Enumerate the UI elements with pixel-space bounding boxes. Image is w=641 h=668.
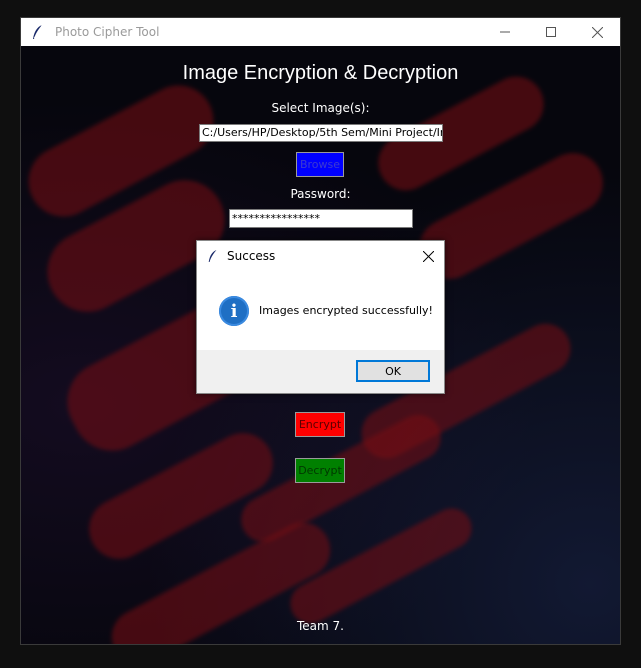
decrypt-button[interactable]: Decrypt bbox=[295, 458, 345, 483]
ok-button[interactable]: OK bbox=[356, 360, 430, 382]
minimize-icon bbox=[500, 31, 510, 33]
feather-icon bbox=[33, 24, 43, 39]
title-bar[interactable]: Photo Cipher Tool bbox=[21, 18, 620, 46]
success-dialog: Success i Images encrypted successfully!… bbox=[196, 240, 445, 394]
select-images-label: Select Image(s): bbox=[271, 101, 370, 115]
password-label: Password: bbox=[290, 187, 351, 201]
dialog-message: Images encrypted successfully! bbox=[259, 304, 433, 317]
maximize-button[interactable] bbox=[528, 18, 574, 46]
minimize-button[interactable] bbox=[482, 18, 528, 46]
window-title: Photo Cipher Tool bbox=[55, 25, 160, 39]
dialog-body: i Images encrypted successfully! bbox=[197, 270, 444, 350]
close-icon bbox=[422, 250, 434, 262]
password-input[interactable]: **************** bbox=[229, 209, 413, 228]
close-button[interactable] bbox=[574, 18, 620, 46]
feather-icon bbox=[208, 249, 217, 262]
page-title: Image Encryption & Decryption bbox=[182, 62, 459, 84]
dialog-footer: OK bbox=[197, 350, 444, 393]
close-icon bbox=[591, 26, 603, 38]
info-icon: i bbox=[219, 296, 249, 326]
footer-text: Team 7. bbox=[297, 619, 344, 633]
encrypt-button[interactable]: Encrypt bbox=[295, 412, 345, 437]
dialog-title: Success bbox=[227, 248, 276, 263]
image-path-input[interactable]: C:/Users/HP/Desktop/5th Sem/Mini Project… bbox=[199, 124, 443, 142]
dialog-title-bar[interactable]: Success bbox=[197, 241, 444, 270]
dialog-close-button[interactable] bbox=[414, 243, 442, 269]
maximize-icon bbox=[546, 27, 556, 37]
browse-button[interactable]: Browse bbox=[296, 152, 344, 177]
